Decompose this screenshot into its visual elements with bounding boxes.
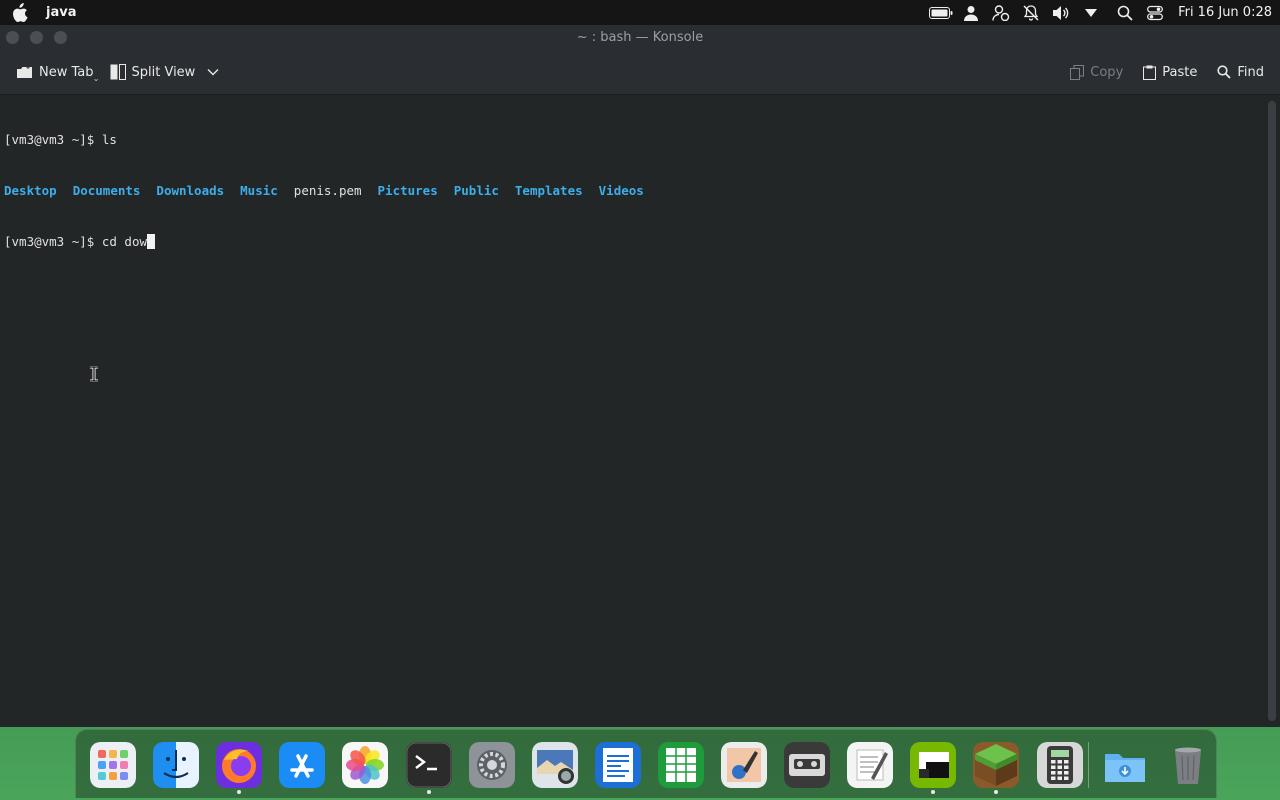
mouse-ibeam-cursor-icon [90, 366, 98, 382]
calculator-icon[interactable] [1036, 742, 1083, 788]
user-status-icon[interactable] [986, 0, 1016, 25]
photos-icon[interactable] [342, 742, 389, 788]
text-cursor [147, 234, 155, 249]
dock-divider [1088, 742, 1089, 788]
writer-icon[interactable] [594, 742, 641, 788]
minimize-window-button[interactable] [30, 31, 43, 44]
new-tab-menu-arrow-icon[interactable]: ⌄ [93, 74, 100, 83]
window-title: ~ : bash — Konsole [576, 30, 704, 45]
trash-icon[interactable] [1165, 742, 1211, 788]
terminal-icon[interactable] [405, 742, 452, 788]
apple-icon[interactable] [0, 0, 38, 25]
paint-icon[interactable] [721, 742, 767, 788]
paste-icon [1143, 65, 1157, 80]
volume-icon[interactable] [1046, 0, 1076, 25]
new-tab-button[interactable]: New Tab ⌄ [10, 57, 100, 87]
directory-entry: Documents [72, 183, 141, 198]
copy-label: Copy [1090, 64, 1124, 80]
split-view-icon [110, 64, 126, 80]
clock[interactable]: Fri 16 Jun 0:28 [1170, 5, 1280, 20]
directory-entry: Music [240, 183, 278, 198]
cassette-player-icon[interactable] [784, 742, 831, 788]
dropdown-icon[interactable] [1076, 0, 1106, 25]
close-window-button[interactable] [6, 31, 19, 44]
copy-icon [1070, 64, 1085, 80]
toolbar: New Tab ⌄ Split View Copy Paste Find [0, 50, 1280, 95]
image-viewer-icon[interactable] [531, 742, 578, 788]
shell-prompt: [vm3@vm3 ~]$ [4, 132, 102, 147]
firefox-icon[interactable] [216, 742, 263, 788]
paste-label: Paste [1162, 64, 1198, 80]
battery-icon[interactable] [926, 0, 956, 25]
user-icon[interactable] [956, 0, 986, 25]
directory-entry: Templates [514, 183, 583, 198]
nvidia-icon[interactable] [910, 742, 957, 788]
running-indicator [994, 790, 999, 794]
typed-command: ls [101, 132, 117, 147]
active-app-name[interactable]: java [46, 5, 76, 20]
new-tab-label: New Tab [39, 64, 94, 80]
finder-icon[interactable] [153, 742, 200, 788]
file-entry: penis.pem [293, 183, 362, 198]
dock [75, 729, 1217, 798]
new-tab-icon [17, 65, 32, 78]
running-indicator [237, 790, 242, 794]
app-store-icon[interactable] [279, 742, 326, 788]
directory-entry: Videos [598, 183, 644, 198]
minecraft-icon[interactable] [973, 742, 1020, 788]
split-view-button[interactable]: Split View [104, 57, 226, 87]
paste-button[interactable]: Paste [1137, 57, 1203, 87]
directory-entry: Public [453, 183, 499, 198]
typed-command: cd dow [101, 234, 147, 249]
find-button[interactable]: Find [1211, 57, 1270, 87]
running-indicator [931, 790, 936, 794]
chevron-down-icon[interactable] [207, 68, 219, 76]
split-view-label: Split View [131, 64, 196, 80]
find-icon [1217, 65, 1231, 79]
text-editor-icon[interactable] [847, 742, 894, 788]
directory-entry: Desktop [4, 183, 57, 198]
shell-prompt: [vm3@vm3 ~]$ [4, 234, 102, 249]
spreadsheet-icon[interactable] [657, 742, 704, 788]
notifications-muted-icon[interactable] [1016, 0, 1046, 25]
control-center-icon[interactable] [1140, 0, 1170, 25]
launchpad-icon[interactable] [90, 742, 136, 788]
directory-entry: Pictures [377, 183, 438, 198]
copy-button[interactable]: Copy [1064, 57, 1129, 87]
downloads-folder-icon[interactable] [1102, 742, 1148, 788]
konsole-window: ~ : bash — Konsole New Tab ⌄ Split View … [0, 25, 1280, 727]
directory-entry: Downloads [156, 183, 225, 198]
terminal-line: [vm3@vm3 ~]$ ls [4, 131, 1258, 148]
terminal-output[interactable]: [vm3@vm3 ~]$ ls Desktop Documents Download… [0, 95, 1262, 727]
find-label: Find [1237, 64, 1264, 80]
title-bar[interactable]: ~ : bash — Konsole [0, 25, 1280, 50]
menu-bar: java Fri 16 Jun 0:28 [0, 0, 1280, 25]
search-icon[interactable] [1110, 0, 1140, 25]
system-settings-icon[interactable] [468, 742, 515, 788]
maximize-window-button[interactable] [54, 31, 67, 44]
terminal-scrollbar[interactable] [1268, 101, 1276, 721]
running-indicator [426, 790, 431, 794]
ls-output-line: Desktop Documents Downloads Music penis.pem P… [4, 182, 1258, 199]
terminal-line: [vm3@vm3 ~]$ cd dow [4, 233, 1258, 250]
